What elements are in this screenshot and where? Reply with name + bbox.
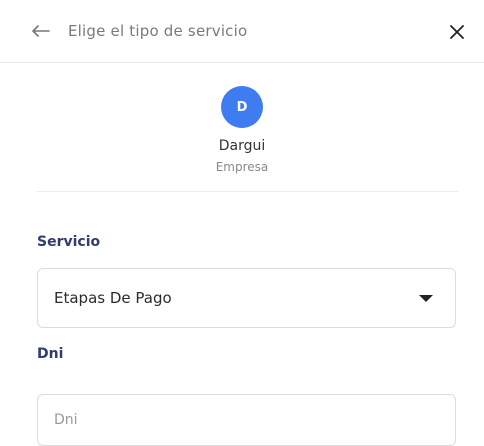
arrow-left-icon: [32, 25, 50, 37]
servicio-selected-value: Etapas De Pago: [54, 289, 172, 307]
chevron-down-icon: [419, 295, 433, 302]
servicio-label: Servicio: [37, 234, 101, 250]
modal-header: Elige el tipo de servicio: [0, 0, 484, 63]
company-type: Empresa: [215, 160, 269, 174]
company-info: D Dargui Empresa: [0, 86, 484, 174]
close-icon: [450, 25, 464, 39]
close-button[interactable]: [445, 20, 469, 44]
modal-title: Elige el tipo de servicio: [68, 22, 248, 40]
servicio-select[interactable]: Etapas De Pago: [37, 268, 456, 328]
divider: [37, 191, 458, 192]
dni-input[interactable]: [37, 394, 456, 446]
back-button[interactable]: [30, 20, 52, 42]
company-name: Dargui: [218, 138, 266, 154]
dni-label: Dni: [37, 346, 64, 362]
avatar: D: [221, 86, 263, 128]
